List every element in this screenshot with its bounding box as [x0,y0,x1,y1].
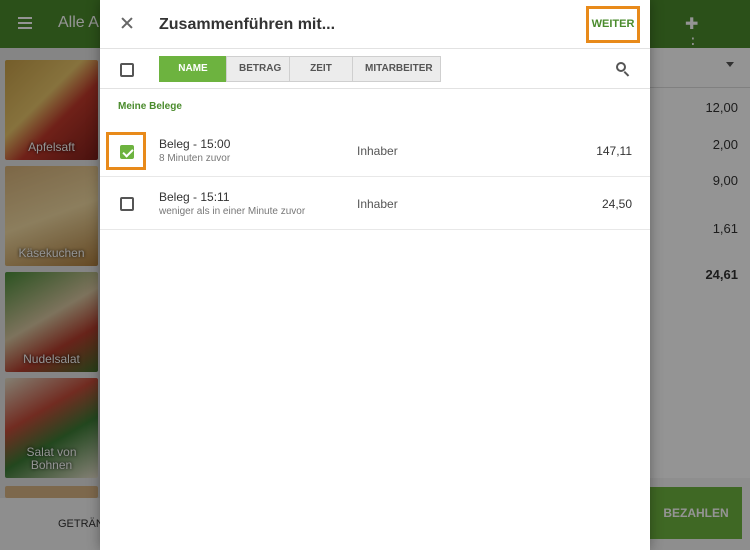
receipt-time-ago: weniger als in einer Minute zuvor [159,206,306,217]
tab-amount[interactable]: BETRAG [226,56,290,82]
receipt-row[interactable]: Beleg - 15:00 8 Minuten zuvor Inhaber 14… [100,125,650,177]
receipt-title: Beleg - 15:11 [159,190,230,204]
receipt-checkbox[interactable] [120,197,134,211]
tab-employee[interactable]: MITARBEITER [352,56,441,82]
receipt-time-ago: 8 Minuten zuvor [159,153,231,164]
receipt-row[interactable]: Beleg - 15:11 weniger als in einer Minut… [100,178,650,230]
sort-tabs: NAME BETRAG ZEIT MITARBEITER [159,56,441,82]
tab-name[interactable]: NAME [159,56,227,82]
filter-row: NAME BETRAG ZEIT MITARBEITER [100,49,650,89]
receipt-owner: Inhaber [357,144,398,158]
highlight-frame [106,132,146,170]
merge-dialog: Zusammenführen mit... WEITER NAME BETRAG… [100,0,650,550]
receipt-title: Beleg - 15:00 [159,137,231,151]
dialog-title: Zusammenführen mit... [159,16,336,33]
close-icon[interactable] [118,14,136,32]
receipt-checkbox[interactable] [120,145,134,159]
next-button[interactable]: WEITER [586,6,640,43]
receipt-amount: 24,50 [601,197,632,211]
dialog-header: Zusammenführen mit... WEITER [100,0,650,49]
search-icon[interactable] [616,62,630,77]
receipt-amount: 147,11 [596,144,632,158]
receipt-owner: Inhaber [357,197,398,211]
tab-time[interactable]: ZEIT [289,56,353,82]
section-title: Meine Belege [118,101,182,112]
select-all-checkbox[interactable] [120,63,134,77]
